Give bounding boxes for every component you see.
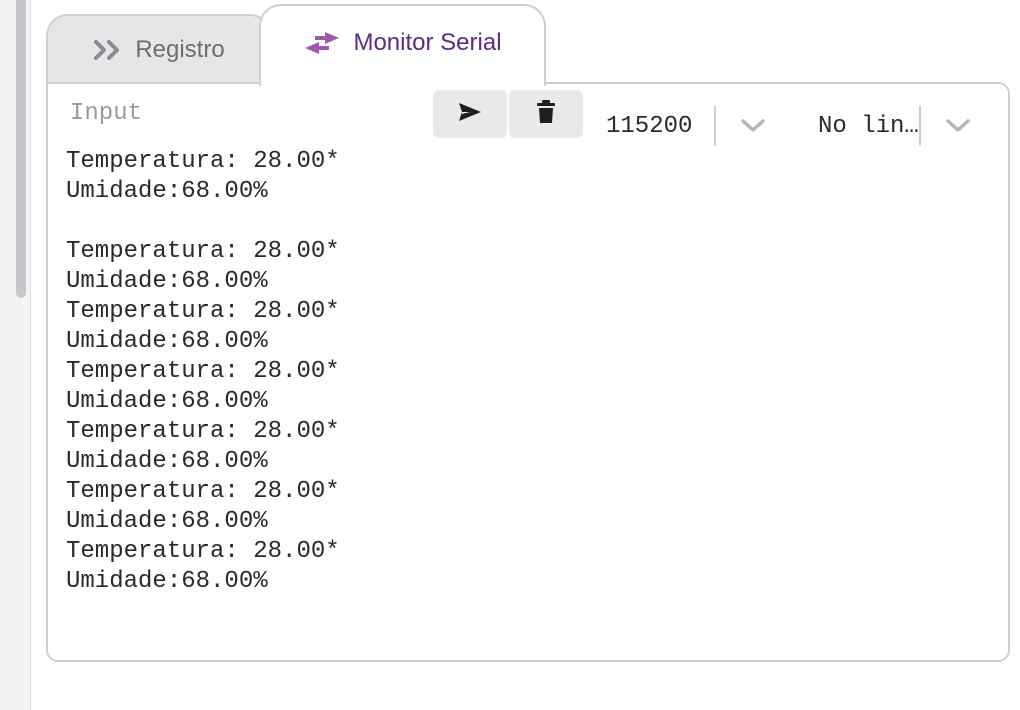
scrollbar-thumb[interactable]: [16, 0, 26, 298]
serial-input[interactable]: [70, 96, 410, 130]
output-line: Temperatura: 28.00*: [66, 238, 340, 265]
trash-icon: [536, 99, 556, 129]
output-line: Temperatura: 28.00*: [66, 478, 340, 505]
tab-monitor-serial-label: Monitor Serial: [353, 29, 502, 56]
line-ending-select[interactable]: No lin…: [818, 106, 971, 146]
serial-monitor-panel: Umidade:68.00% Temperatura: 28.00* Umidade…: [46, 82, 1010, 662]
send-button[interactable]: [433, 90, 507, 138]
line-ending-value: No lin…: [818, 112, 919, 140]
baud-rate-value: 115200: [606, 112, 693, 140]
send-icon: [458, 102, 482, 127]
output-line: Temperatura: 28.00*: [66, 538, 340, 565]
tab-registro-label: Registro: [135, 36, 225, 63]
output-line: Umidade:68.00%: [66, 568, 268, 595]
serial-toolbar: 115200 No lin…: [48, 84, 1008, 146]
tab-monitor-serial[interactable]: Monitor Serial: [259, 4, 546, 86]
baud-rate-select[interactable]: 115200: [606, 106, 766, 146]
output-line: Umidade:68.00%: [66, 328, 268, 355]
output-line: Temperatura: 28.00*: [66, 298, 340, 325]
divider: [918, 106, 921, 146]
double-chevron-right-icon: [93, 39, 123, 61]
left-gutter: [0, 0, 31, 710]
divider: [714, 106, 717, 146]
chevron-down-icon: [740, 118, 766, 134]
tab-registro[interactable]: Registro: [46, 14, 272, 84]
output-line: Temperatura: 28.00*: [66, 148, 340, 175]
chevron-down-icon: [945, 118, 971, 134]
output-line: Umidade:68.00%: [66, 388, 268, 415]
output-line: Umidade:68.00%: [66, 268, 268, 295]
output-line: Umidade:68.00%: [66, 508, 268, 535]
output-line: Temperatura: 28.00*: [66, 358, 340, 385]
serial-output-lines: Umidade:68.00% Temperatura: 28.00* Umidade…: [66, 134, 340, 597]
output-line: Umidade:68.00%: [66, 178, 268, 205]
clear-output-button[interactable]: [509, 90, 583, 138]
output-line: Temperatura: 28.00*: [66, 418, 340, 445]
output-line: Umidade:68.00%: [66, 448, 268, 475]
swap-arrows-icon: [303, 30, 341, 56]
serial-output[interactable]: Umidade:68.00% Temperatura: 28.00* Umidade…: [66, 134, 998, 620]
